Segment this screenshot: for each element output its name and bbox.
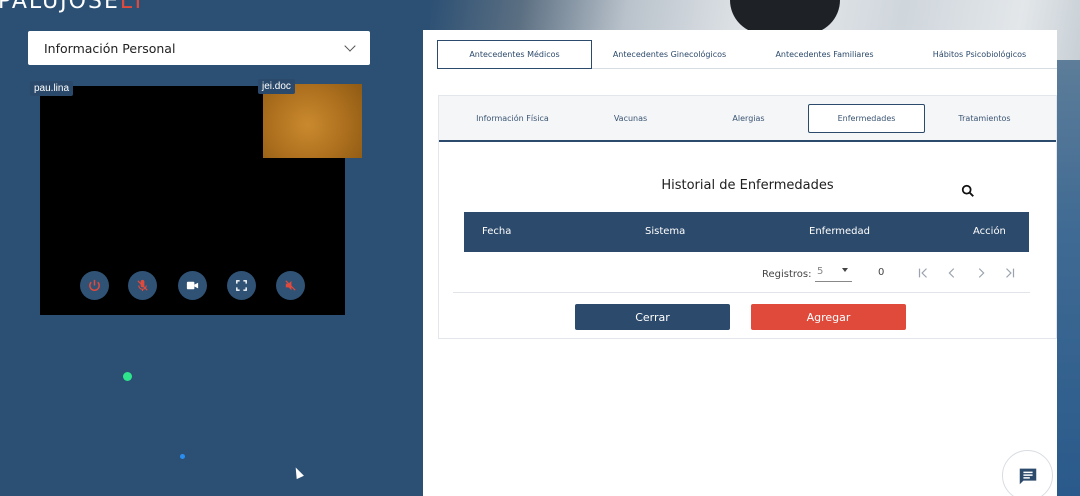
first-page-icon[interactable] <box>916 266 930 280</box>
tab-informacion-fisica[interactable]: Información Física <box>454 104 571 133</box>
power-icon <box>89 279 100 291</box>
previous-page-icon[interactable] <box>945 266 959 280</box>
remote-participant-label: pau.lina <box>30 81 74 96</box>
page-size-select[interactable]: 5 <box>815 266 852 282</box>
last-page-icon[interactable] <box>1003 266 1017 280</box>
camera-button[interactable] <box>178 271 207 300</box>
status-indicator-green <box>123 372 132 381</box>
tab-vacunas[interactable]: Vacunas <box>572 104 689 133</box>
record-count: 0 <box>878 267 885 278</box>
diseases-section: Información Física Vacunas Alergias Enfe… <box>438 95 1057 339</box>
tab-habitos-psicobiologicos[interactable]: Hábitos Psicobiológicos <box>902 40 1057 69</box>
local-participant-label: jei.doc <box>258 79 295 94</box>
search-icon[interactable] <box>961 184 975 198</box>
tab-alergias[interactable]: Alergias <box>690 104 807 133</box>
status-indicator-blue <box>180 454 185 459</box>
chat-button[interactable] <box>1002 450 1053 496</box>
close-button[interactable]: Cerrar <box>575 304 730 330</box>
sub-tab-bar: Información Física Vacunas Alergias Enfe… <box>439 96 1056 142</box>
column-fecha[interactable]: Fecha <box>482 226 511 237</box>
mute-speaker-button[interactable] <box>276 271 305 300</box>
tab-antecedentes-ginecologicos[interactable]: Antecedentes Ginecológicos <box>592 40 747 69</box>
column-enfermedad[interactable]: Enfermedad <box>809 226 870 237</box>
end-call-button[interactable] <box>80 271 109 300</box>
chevron-down-icon <box>344 39 356 52</box>
next-page-icon[interactable] <box>974 266 988 280</box>
background-photo-edge <box>1056 60 1080 496</box>
tab-antecedentes-familiares[interactable]: Antecedentes Familiares <box>747 40 902 69</box>
dropdown-arrow-icon <box>842 268 848 272</box>
camera-icon <box>186 281 199 290</box>
add-button[interactable]: Agregar <box>751 304 906 330</box>
personal-info-label: Información Personal <box>44 40 176 56</box>
mute-mic-button[interactable] <box>128 271 157 300</box>
medical-history-panel: Antecedentes Médicos Antecedentes Gineco… <box>423 30 1057 496</box>
tab-enfermedades[interactable]: Enfermedades <box>808 104 925 133</box>
divider <box>453 292 1030 293</box>
chat-icon <box>1019 468 1036 484</box>
tab-tratamientos[interactable]: Tratamientos <box>926 104 1043 133</box>
fullscreen-button[interactable] <box>227 271 256 300</box>
history-tab-bar: Antecedentes Médicos Antecedentes Gineco… <box>437 40 1057 69</box>
volume-off-icon <box>285 280 296 291</box>
table-header: Fecha Sistema Enfermedad Acción <box>464 212 1029 252</box>
fullscreen-icon <box>236 280 247 291</box>
column-accion: Acción <box>973 226 1006 237</box>
column-sistema[interactable]: Sistema <box>645 226 685 237</box>
tab-antecedentes-medicos[interactable]: Antecedentes Médicos <box>437 40 592 69</box>
local-video-preview <box>263 84 362 158</box>
personal-info-dropdown[interactable]: Información Personal <box>28 31 370 65</box>
mouse-cursor-icon <box>292 465 304 480</box>
page-size-label: Registros: <box>762 269 812 280</box>
logo: PALUJOSELY <box>0 0 147 14</box>
mic-off-icon <box>137 279 148 292</box>
